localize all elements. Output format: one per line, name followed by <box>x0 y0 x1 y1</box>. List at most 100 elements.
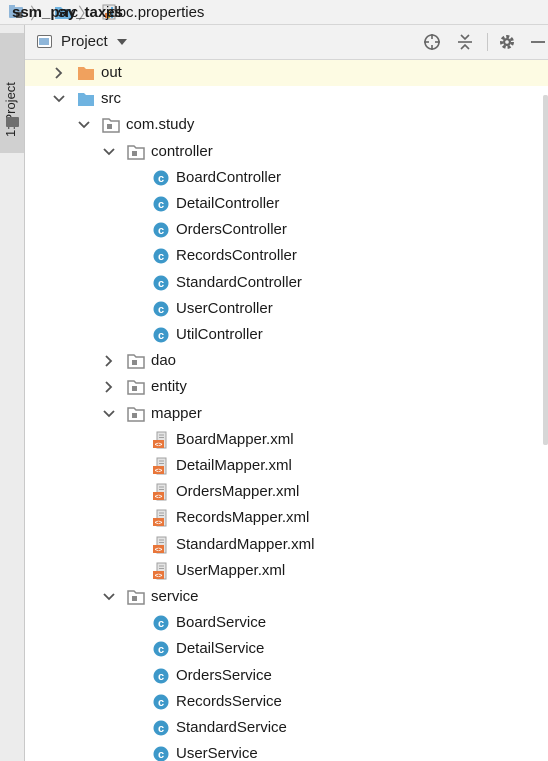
svg-text:<>: <> <box>155 520 163 527</box>
class-icon: c <box>152 326 170 344</box>
tree-node-label: service <box>151 588 199 605</box>
class-icon: c <box>152 195 170 213</box>
chevron-down-icon[interactable] <box>102 145 116 159</box>
tree-node-recordsservice[interactable]: c RecordsService <box>25 689 548 715</box>
toolbar-divider <box>487 33 488 51</box>
svg-text:c: c <box>158 671 164 683</box>
tree-node-detailservice[interactable]: c DetailService <box>25 636 548 662</box>
tree-node-label: UserController <box>176 299 273 317</box>
package-folder-icon <box>102 116 120 134</box>
project-tree: out src com.study controller c BoardControlle… <box>25 60 548 761</box>
tree-node-label: BoardController <box>176 168 282 186</box>
tree-node-label: UtilController <box>176 326 263 343</box>
tree-node-out[interactable]: out <box>25 60 548 86</box>
tree-node-detailmapper-xml[interactable]: <> DetailMapper.xml <box>25 453 548 479</box>
tree-node-ordersmapper-xml[interactable]: <> OrdersMapper.xml <box>25 479 548 505</box>
folder-icon <box>77 90 95 108</box>
tree-node-label: RecordsMapper.xml <box>176 509 310 527</box>
tree-node-orderscontroller[interactable]: c OrdersController <box>25 217 548 243</box>
chevron-right-icon[interactable] <box>52 66 66 80</box>
xml-file-icon: <> <box>152 509 170 527</box>
chevron-right-icon[interactable] <box>102 354 116 368</box>
tree-node-label: OrdersMapper.xml <box>176 483 300 501</box>
tree-node-usercontroller[interactable]: c UserController <box>25 296 548 322</box>
chevron-right-icon[interactable] <box>102 380 116 394</box>
tree-node-label: StandardController <box>176 273 302 291</box>
project-tool-tab[interactable]: 1: Project <box>0 33 24 153</box>
project-toolbar: Project <box>25 25 548 60</box>
class-icon: c <box>152 667 170 685</box>
minimize-icon[interactable] <box>527 32 547 52</box>
tree-node-standardservice[interactable]: c StandardService <box>25 715 548 741</box>
tree-node-entity[interactable]: entity <box>25 374 548 400</box>
tree-node-label: UserService <box>176 745 258 761</box>
package-folder-icon <box>127 143 145 161</box>
crosshair-icon[interactable] <box>422 32 442 52</box>
package-folder-icon <box>127 378 145 396</box>
tree-node-label: controller <box>151 142 213 160</box>
tree-node-label: BoardMapper.xml <box>176 430 294 448</box>
chevron-down-icon[interactable] <box>52 92 66 106</box>
package-folder-icon <box>127 588 145 606</box>
tree-node-dao[interactable]: dao <box>25 348 548 374</box>
svg-text:c: c <box>158 199 164 211</box>
project-view-dropdown[interactable]: Project <box>37 33 127 50</box>
chevron-down-icon[interactable] <box>77 118 91 132</box>
tree-node-recordsmapper-xml[interactable]: <> RecordsMapper.xml <box>25 505 548 531</box>
tree-node-controller[interactable]: controller <box>25 139 548 165</box>
tree-node-com-study[interactable]: com.study <box>25 112 548 138</box>
svg-text:c: c <box>158 644 164 656</box>
breadcrumb-item-project[interactable]: ssm_pay_taxes <box>0 0 123 24</box>
side-tool-strip: 1: Project <box>0 25 25 761</box>
project-window-icon <box>37 35 52 48</box>
tree-node-standardmapper-xml[interactable]: <> StandardMapper.xml <box>25 532 548 558</box>
svg-text:c: c <box>158 749 164 761</box>
tree-node-label: out <box>101 64 122 81</box>
tree-node-boardservice[interactable]: c BoardService <box>25 610 548 636</box>
tree-node-recordscontroller[interactable]: c RecordsController <box>25 243 548 269</box>
breadcrumb-label: jdbc.properties <box>106 4 205 21</box>
package-folder-icon <box>127 405 145 423</box>
tree-node-label: RecordsService <box>176 692 282 710</box>
tree-node-service[interactable]: service <box>25 584 548 610</box>
tree-node-mapper[interactable]: mapper <box>25 401 548 427</box>
folder-icon <box>6 117 19 127</box>
tree-node-label: dao <box>151 352 177 370</box>
tree-node-standardcontroller[interactable]: c StandardController <box>25 270 548 296</box>
class-icon: c <box>152 169 170 187</box>
tree-node-label: UserMapper.xml <box>176 561 286 579</box>
scrollbar[interactable] <box>543 95 548 445</box>
folder-icon <box>77 64 95 82</box>
tree-node-usermapper-xml[interactable]: <> UserMapper.xml <box>25 558 548 584</box>
svg-text:<>: <> <box>155 572 163 579</box>
gear-icon[interactable] <box>497 32 517 52</box>
svg-text:c: c <box>158 723 164 735</box>
tree-node-label: OrdersService <box>176 666 272 684</box>
tree-node-boardcontroller[interactable]: c BoardController <box>25 165 548 191</box>
class-icon: c <box>152 221 170 239</box>
chevron-down-icon[interactable] <box>102 407 116 421</box>
tree-node-boardmapper-xml[interactable]: <> BoardMapper.xml <box>25 427 548 453</box>
svg-text:c: c <box>158 618 164 630</box>
tree-node-userservice[interactable]: c UserService <box>25 741 548 761</box>
tree-node-src[interactable]: src <box>25 86 548 112</box>
xml-file-icon: <> <box>152 536 170 554</box>
svg-text:<>: <> <box>155 546 163 553</box>
tree-node-label: RecordsController <box>176 247 297 265</box>
collapse-icon[interactable] <box>455 32 475 52</box>
package-folder-icon <box>127 352 145 370</box>
tree-node-label: OrdersController <box>176 221 287 239</box>
tree-node-detailcontroller[interactable]: c DetailController <box>25 191 548 217</box>
breadcrumb: ssm_pay_taxes 〉 src 〉 jdbc.properties <box>0 0 548 25</box>
tree-node-label: DetailMapper.xml <box>176 457 292 474</box>
tree-node-utilcontroller[interactable]: c UtilController <box>25 322 548 348</box>
class-icon: c <box>152 719 170 737</box>
class-icon: c <box>152 693 170 711</box>
tree-node-label: com.study <box>126 116 195 134</box>
chevron-down-icon[interactable] <box>102 590 116 604</box>
breadcrumb-label: src <box>58 4 79 21</box>
project-tool-label: 1: Project <box>3 82 18 137</box>
svg-text:<>: <> <box>155 441 163 448</box>
tree-node-ordersservice[interactable]: c OrdersService <box>25 663 548 689</box>
tree-node-label: BoardService <box>176 614 267 632</box>
